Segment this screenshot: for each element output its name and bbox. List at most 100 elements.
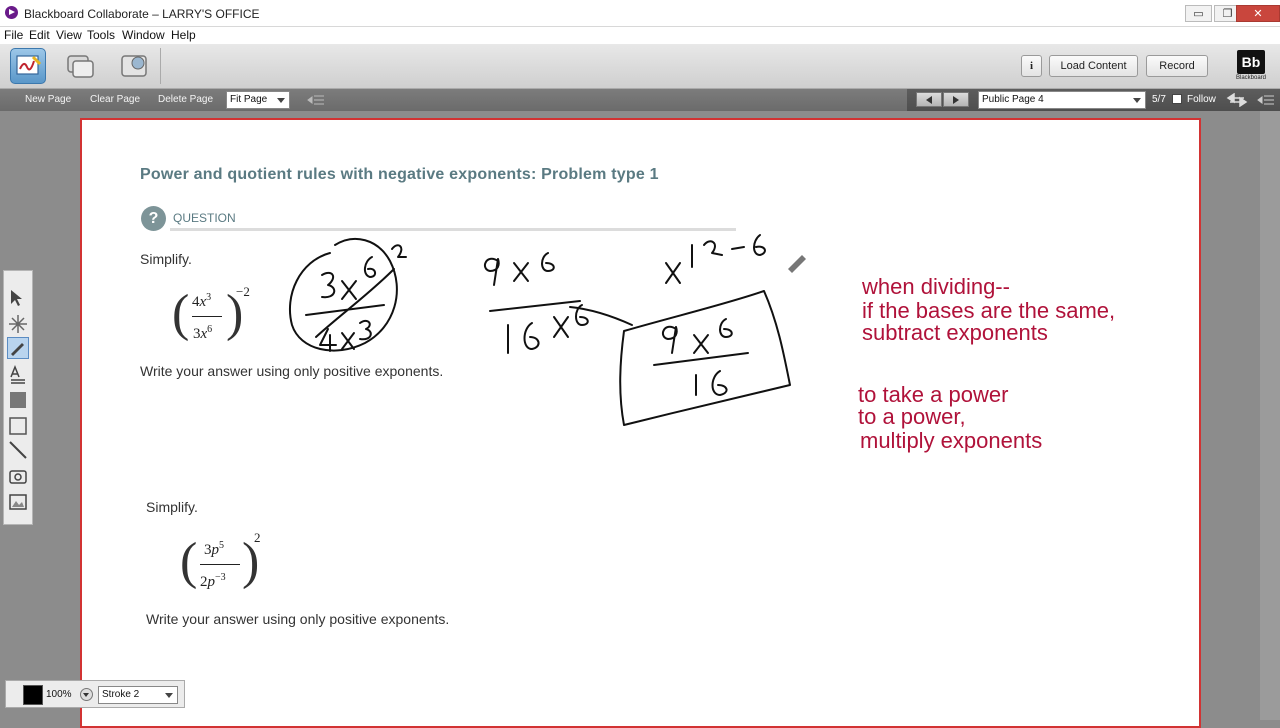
chevron-down-icon bbox=[165, 693, 173, 698]
problem2-outer-exponent: 2 bbox=[254, 530, 261, 545]
problem2-expression: ( 3p5 2p−3 ) 2 bbox=[180, 530, 280, 598]
handwriting-x bbox=[341, 280, 357, 300]
title-bar: Blackboard Collaborate – LARRY'S OFFICE … bbox=[0, 0, 1280, 27]
left-paren: ( bbox=[180, 533, 198, 590]
color-swatch[interactable] bbox=[23, 685, 43, 705]
selection-tool-icon[interactable] bbox=[7, 287, 29, 309]
chevron-down-icon bbox=[1133, 98, 1141, 103]
handwriting-arrow bbox=[569, 306, 633, 326]
menu-edit[interactable]: Edit bbox=[29, 28, 50, 42]
problem2-denominator: 2p−3 bbox=[200, 572, 226, 590]
problem1-denominator: 3x6 bbox=[193, 324, 213, 342]
whiteboard-toolbar: New Page Clear Page Delete Page Fit Page… bbox=[0, 89, 1280, 111]
whiteboard-tool-palette bbox=[3, 270, 33, 525]
handwriting-cancel-stroke bbox=[315, 268, 395, 338]
options-menu-icon[interactable] bbox=[1256, 94, 1276, 106]
right-panel-edge bbox=[1260, 111, 1280, 720]
problem1-fraction-bar bbox=[192, 316, 222, 317]
problem1-expression: ( 4x3 3x6 ) −2 bbox=[172, 284, 272, 350]
zoom-select[interactable]: Fit Page bbox=[226, 91, 290, 109]
shape-tool-icon[interactable] bbox=[7, 415, 29, 437]
web-tour-icon bbox=[121, 55, 147, 77]
new-page-button[interactable]: New Page bbox=[25, 94, 71, 105]
handwriting-2 bbox=[703, 240, 723, 256]
stroke-select[interactable]: Stroke 2 bbox=[98, 686, 178, 704]
left-paren: ( bbox=[172, 285, 190, 342]
follow-checkbox[interactable] bbox=[1172, 94, 1182, 104]
app-share-icon bbox=[67, 55, 94, 78]
question-icon: ? bbox=[141, 206, 166, 231]
clip-art-tool-icon[interactable] bbox=[7, 491, 29, 513]
handwriting-x3 bbox=[513, 262, 529, 282]
handwriting-x5 bbox=[665, 262, 681, 284]
handwriting-6b bbox=[541, 252, 555, 272]
menu-options-icon[interactable] bbox=[306, 94, 326, 106]
handwriting-6f bbox=[719, 318, 733, 338]
problem1-numerator: 4x3 bbox=[192, 292, 212, 310]
handwriting-3b bbox=[359, 319, 372, 341]
handwriting-6 bbox=[364, 256, 376, 278]
menu-bar: File Edit View Tools Window Help bbox=[0, 27, 1280, 44]
next-page-button[interactable] bbox=[943, 92, 969, 107]
opacity-value: 100% bbox=[46, 689, 72, 700]
minimize-button[interactable]: ▭ bbox=[1185, 5, 1212, 22]
handwriting-6g bbox=[711, 370, 728, 396]
zoom-select-value: Fit Page bbox=[230, 94, 268, 105]
handwriting-9 bbox=[483, 257, 500, 286]
close-button[interactable]: ✕ bbox=[1236, 5, 1280, 22]
whiteboard-icon bbox=[16, 55, 42, 75]
text-tool-icon[interactable] bbox=[7, 363, 29, 385]
problem1-outer-exponent: −2 bbox=[236, 284, 250, 299]
menu-window[interactable]: Window bbox=[122, 28, 165, 42]
problem-title: Power and quotient rules with negative e… bbox=[140, 166, 659, 183]
blackboard-logo: Bb Blackboard bbox=[1234, 50, 1268, 84]
app-share-mode-button[interactable] bbox=[62, 48, 98, 84]
whiteboard-mode-button[interactable] bbox=[10, 48, 46, 84]
handwriting-9b bbox=[661, 325, 678, 354]
handwriting-fraction-bar2 bbox=[489, 300, 581, 312]
page-select[interactable]: Public Page 4 bbox=[978, 91, 1146, 109]
menu-file[interactable]: File bbox=[4, 28, 23, 42]
follow-label: Follow bbox=[1187, 94, 1216, 105]
clear-page-button[interactable]: Clear Page bbox=[90, 94, 140, 105]
line-tool-icon[interactable] bbox=[7, 439, 29, 461]
handwriting-3 bbox=[321, 271, 336, 299]
problem2-prompt: Simplify. bbox=[146, 499, 198, 515]
problem2-numerator: 3p5 bbox=[204, 540, 224, 558]
note-line6: multiply exponents bbox=[860, 428, 1043, 453]
handwriting-x2 bbox=[341, 332, 355, 350]
handwriting-x4 bbox=[553, 316, 569, 338]
filled-shape-tool-icon[interactable] bbox=[7, 389, 29, 411]
properties-bar: 100% Stroke 2 bbox=[5, 680, 185, 708]
toolbar-divider bbox=[160, 48, 161, 84]
handwriting-fraction-bar3 bbox=[653, 352, 749, 366]
page-select-value: Public Page 4 bbox=[982, 94, 1044, 105]
chevron-down-icon bbox=[277, 98, 285, 103]
handwriting-6e bbox=[753, 234, 766, 256]
opacity-dropdown-button[interactable] bbox=[80, 688, 93, 701]
menu-view[interactable]: View bbox=[56, 28, 82, 42]
delete-page-button[interactable]: Delete Page bbox=[158, 94, 213, 105]
problem2-instruction: Write your answer using only positive ex… bbox=[146, 611, 450, 627]
handwriting-fraction-bar bbox=[305, 304, 385, 316]
main-toolbar: i Load Content Record Bb Blackboard bbox=[0, 44, 1280, 89]
menu-tools[interactable]: Tools bbox=[87, 28, 115, 42]
sync-arrows-icon[interactable] bbox=[1226, 93, 1248, 107]
handwriting-x6 bbox=[693, 334, 709, 354]
pointer-tool-icon[interactable] bbox=[7, 313, 29, 335]
menu-help[interactable]: Help bbox=[171, 28, 196, 42]
page-count: 5/7 bbox=[1152, 94, 1166, 105]
record-button[interactable]: Record bbox=[1146, 55, 1208, 77]
handwriting-exp-2 bbox=[391, 244, 407, 258]
handwriting-dash bbox=[731, 246, 745, 250]
previous-page-button[interactable] bbox=[916, 92, 942, 107]
info-button[interactable]: i bbox=[1021, 55, 1042, 77]
screen-capture-tool-icon[interactable] bbox=[7, 465, 29, 487]
pen-tool-button[interactable] bbox=[7, 337, 29, 359]
note-line3: subtract exponents bbox=[862, 320, 1048, 345]
question-label: QUESTION bbox=[173, 211, 236, 225]
window-title: Blackboard Collaborate – LARRY'S OFFICE bbox=[24, 7, 260, 21]
load-content-button[interactable]: Load Content bbox=[1049, 55, 1138, 77]
web-tour-mode-button[interactable] bbox=[116, 48, 152, 84]
pen-tool-icon bbox=[11, 343, 24, 356]
